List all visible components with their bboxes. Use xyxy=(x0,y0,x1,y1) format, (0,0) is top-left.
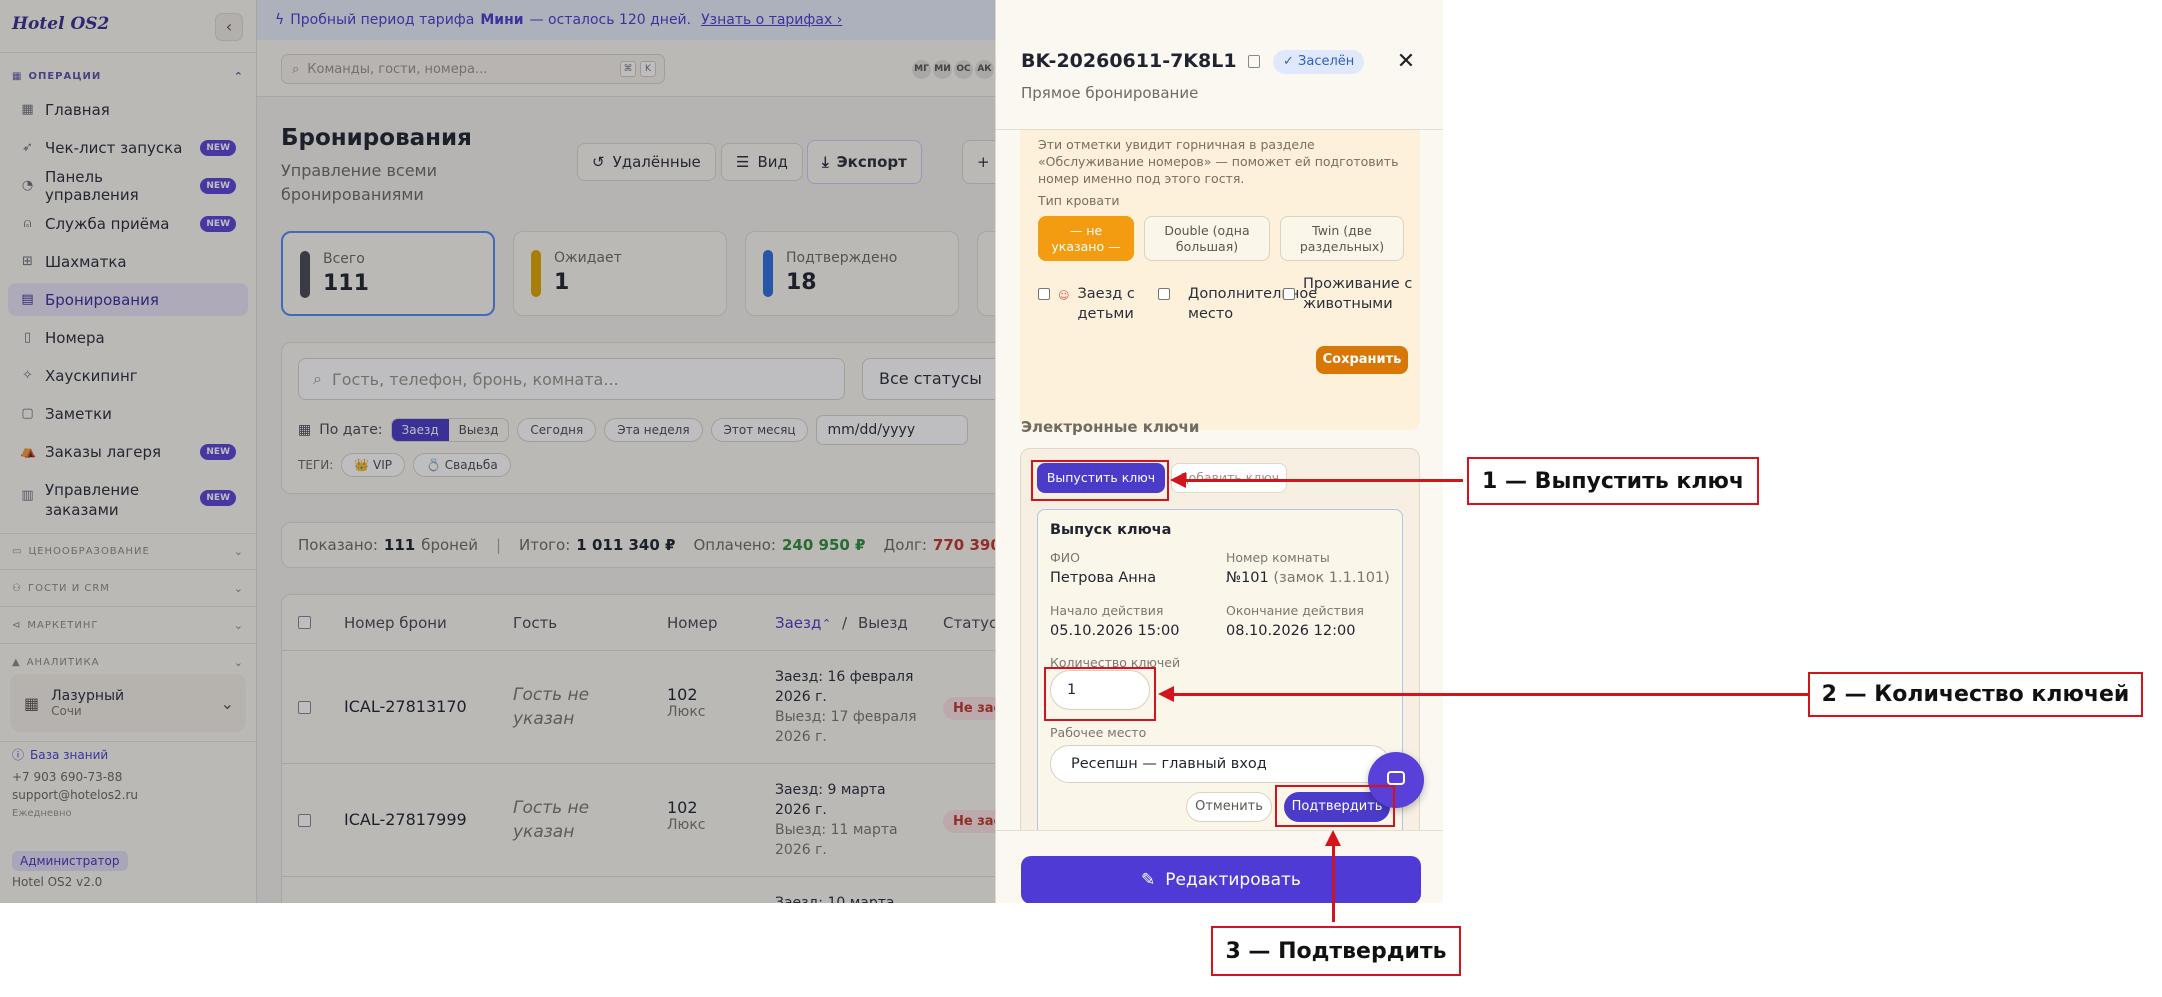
check-circle-icon: ✓ xyxy=(1283,54,1299,69)
highlight-confirm xyxy=(1275,785,1395,827)
edit-button[interactable]: ✎ Редактировать xyxy=(1021,856,1421,903)
room-label: Номер комнаты xyxy=(1226,550,1330,565)
issue-key-title: Выпуск ключа xyxy=(1050,522,1172,538)
guest-name-label: ФИО xyxy=(1050,550,1080,565)
check-kids[interactable]: ☺ Заезд с детьми xyxy=(1038,284,1138,324)
arrow-head xyxy=(1170,472,1186,488)
edit-label: Редактировать xyxy=(1165,870,1301,890)
workstation-label: Рабочее место xyxy=(1050,725,1147,740)
check-label: Заезд с детьми xyxy=(1077,286,1135,322)
lock-id: (замок 1.1.101) xyxy=(1273,570,1390,586)
checkbox[interactable] xyxy=(1038,288,1050,300)
status-badge: ✓ Заселён xyxy=(1273,50,1365,74)
checkbox[interactable] xyxy=(1158,288,1170,300)
cancel-button[interactable]: Отменить xyxy=(1186,792,1272,822)
arrow-head xyxy=(1325,830,1341,846)
drawer-footer: ✎ Редактировать xyxy=(996,830,1443,903)
end-value: 08.10.2026 12:00 xyxy=(1226,623,1356,639)
check-pets[interactable]: Проживание с животными xyxy=(1283,274,1413,314)
end-label: Окончание действия xyxy=(1226,603,1364,618)
copy-icon[interactable] xyxy=(1248,55,1260,68)
booking-source: Прямое бронирование xyxy=(1021,84,1199,102)
room-number: №101 xyxy=(1226,570,1269,586)
save-preferences-button[interactable]: Сохранить xyxy=(1316,346,1408,374)
check-label: Проживание с животными xyxy=(1303,276,1413,312)
modal-backdrop[interactable] xyxy=(0,0,995,903)
status-label: Заселён xyxy=(1298,54,1355,69)
guest-preferences-card: Эти отметки увидит горничная в разделе «… xyxy=(1020,130,1420,430)
app-window: Hotel OS2 ‹ ▦ ОПЕРАЦИИ ⌃ ▦ Главная ➶ Чек-л… xyxy=(0,0,1443,903)
start-label: Начало действия xyxy=(1050,603,1164,618)
booking-code: BK-20260611-7K8L1 xyxy=(1021,50,1237,72)
edit-icon: ✎ xyxy=(1141,870,1156,890)
screenshot-stage: Hotel OS2 ‹ ▦ ОПЕРАЦИИ ⌃ ▦ Главная ➶ Чек-л… xyxy=(0,0,2162,997)
annotation-label-3: 3 — Подтвердить xyxy=(1211,926,1461,976)
bed-option-none[interactable]: — не указано — xyxy=(1038,216,1134,261)
annotation-arrow xyxy=(1185,479,1463,482)
electronic-keys-title: Электронные ключи xyxy=(1021,418,1200,436)
workstation-select[interactable]: Ресепшн — главный вход xyxy=(1050,745,1390,783)
highlight-key-count xyxy=(1044,667,1156,721)
child-icon: ☺ xyxy=(1058,289,1070,302)
checkbox[interactable] xyxy=(1283,288,1295,300)
start-value: 05.10.2026 15:00 xyxy=(1050,623,1180,639)
drawer-header: BK-20260611-7K8L1 ✓ Заселён ✕ Прямое бро… xyxy=(996,0,1443,130)
annotation-label-1: 1 — Выпустить ключ xyxy=(1467,457,1759,505)
arrow-head xyxy=(1158,686,1174,702)
guest-name-value: Петрова Анна xyxy=(1050,570,1157,586)
check-extra-bed[interactable]: Дополнительное место xyxy=(1158,284,1317,324)
room-value: №101 (замок 1.1.101) xyxy=(1226,570,1390,586)
annotation-label-2: 2 — Количество ключей xyxy=(1808,672,2143,717)
annotation-arrow xyxy=(1332,844,1335,922)
annotation-arrow xyxy=(1172,693,1808,696)
close-icon[interactable]: ✕ xyxy=(1394,50,1418,74)
bed-type-label: Тип кровати xyxy=(1038,193,1120,208)
add-key-button[interactable]: Добавить ключ xyxy=(1171,463,1287,493)
bed-option-twin[interactable]: Twin (две раздельных) xyxy=(1280,216,1404,261)
preferences-note: Эти отметки увидит горничная в разделе «… xyxy=(1038,137,1399,186)
highlight-issue-key xyxy=(1031,460,1169,501)
bed-option-double[interactable]: Double (одна большая) xyxy=(1144,216,1270,261)
booking-drawer: BK-20260611-7K8L1 ✓ Заселён ✕ Прямое бро… xyxy=(995,0,1443,903)
chat-bubble-icon xyxy=(1387,771,1405,785)
